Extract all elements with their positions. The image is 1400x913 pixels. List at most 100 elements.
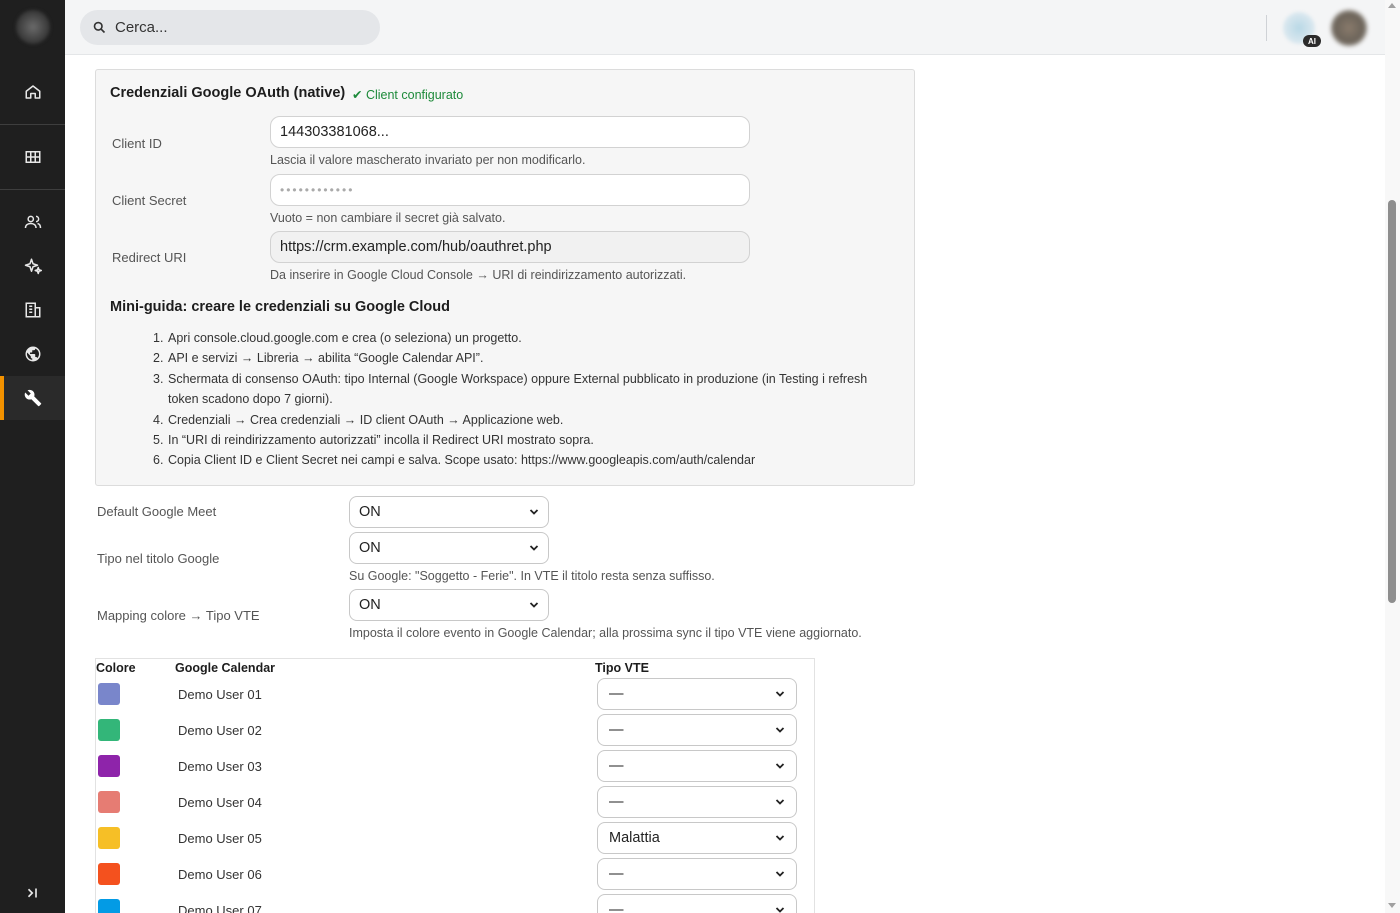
guide-step-number: 6. <box>153 453 164 468</box>
redirect-uri-hint: Da inserire in Google Cloud Console → UR… <box>270 268 687 282</box>
table-header-color: Colore <box>96 661 136 675</box>
mapping-colore-hint: Imposta il colore evento in Google Calen… <box>349 626 862 640</box>
sidebar-item-ai[interactable] <box>0 244 65 288</box>
topbar-divider <box>1266 15 1267 41</box>
default-meet-select[interactable]: ON <box>349 496 549 528</box>
chevron-down-icon <box>775 763 785 769</box>
tipo-titolo-value: ON <box>359 540 381 556</box>
guide-step: 6. Copia Client ID e Client Secret nei ca… <box>153 450 893 470</box>
sidebar-item-home[interactable] <box>0 70 65 114</box>
tipo-vte-value: Malattia <box>609 830 660 846</box>
users-icon <box>24 215 41 229</box>
chevron-down-icon <box>775 835 785 841</box>
sidebar-item-companies[interactable] <box>0 288 65 332</box>
app-logo[interactable] <box>16 10 50 44</box>
calendar-name: Demo User 07 <box>178 903 262 913</box>
calendar-name: Demo User 01 <box>178 687 262 702</box>
globe-icon <box>25 346 40 362</box>
tipo-vte-select[interactable]: — <box>597 894 797 913</box>
guide-step-number: 1. <box>153 331 164 345</box>
redirect-uri-label: Redirect URI <box>112 250 187 265</box>
guide-step-text: API e servizi → Libreria → abilita “Goog… <box>168 351 484 366</box>
tipo-vte-select[interactable]: — <box>597 714 797 746</box>
tipo-vte-select[interactable]: — <box>597 858 797 890</box>
user-avatar[interactable] <box>1331 10 1367 46</box>
sidebar-item-web[interactable] <box>0 332 65 376</box>
client-secret-label: Client Secret <box>112 193 187 208</box>
color-swatch <box>98 755 120 777</box>
guide-steps-list: 1. Apri console.cloud.google.com e crea (… <box>153 328 893 471</box>
sidebar-collapse-button[interactable] <box>0 871 65 913</box>
oauth-panel-title: Credenziali Google OAuth (native) <box>110 85 346 101</box>
tipo-vte-select[interactable]: — <box>597 786 797 818</box>
calendar-name: Demo User 05 <box>178 831 262 846</box>
guide-step-number: 4. <box>153 412 164 427</box>
guide-step-number: 5. <box>153 433 164 448</box>
color-swatch <box>98 827 120 849</box>
chevron-down-icon <box>775 727 785 733</box>
sidebar-separator <box>0 124 65 125</box>
tipo-vte-select[interactable]: — <box>597 678 797 710</box>
color-swatch <box>98 863 120 885</box>
guide-step-text: Credenziali → Crea credenziali → ID clie… <box>168 412 564 427</box>
guide-step: 2. API e servizi → Libreria → abilita “Go… <box>153 348 893 368</box>
sidebar-item-settings[interactable] <box>0 376 65 420</box>
mapping-colore-value: ON <box>359 597 381 613</box>
chevron-down-icon <box>775 799 785 805</box>
ai-badge: AI <box>1303 35 1321 47</box>
client-id-field[interactable] <box>270 116 750 148</box>
search-input[interactable] <box>115 19 355 36</box>
tipo-vte-value: — <box>609 866 624 882</box>
tipo-vte-select[interactable]: Malattia <box>597 822 797 854</box>
tipo-vte-select[interactable]: — <box>597 750 797 782</box>
table-header-type: Tipo VTE <box>595 661 649 675</box>
color-swatch <box>98 791 120 813</box>
sidebar-separator <box>0 189 65 190</box>
tipo-vte-value: — <box>609 902 624 913</box>
guide-step-text: Copia Client ID e Client Secret nei camp… <box>168 453 756 468</box>
search-icon <box>93 21 106 34</box>
chevron-down-icon <box>529 545 539 551</box>
scroll-up-arrow[interactable] <box>1388 3 1396 8</box>
sidebar-item-contacts[interactable] <box>0 200 65 244</box>
calendar-name: Demo User 06 <box>178 867 262 882</box>
mapping-colore-label: Mapping colore → Tipo VTE <box>97 608 260 623</box>
scroll-down-arrow[interactable] <box>1388 903 1396 908</box>
tipo-titolo-select[interactable]: ON <box>349 532 549 564</box>
client-secret-hint: Vuoto = non cambiare il secret già salva… <box>270 211 506 225</box>
default-meet-label: Default Google Meet <box>97 504 217 519</box>
guide-step-text: Apri console.cloud.google.com e crea (o … <box>168 331 522 345</box>
tipo-vte-value: — <box>609 686 624 702</box>
redirect-uri-field[interactable] <box>270 231 750 263</box>
sparkles-icon <box>24 258 42 275</box>
calendar-name: Demo User 04 <box>178 795 262 810</box>
guide-step-text: In “URI di reindirizzamento autorizzati”… <box>168 433 594 448</box>
table-header-calendar: Google Calendar <box>175 661 276 675</box>
guide-step: 3. Schermata di consenso OAuth: tipo Inte… <box>153 369 893 410</box>
oauth-status-badge: ✔ Client configurato <box>352 88 464 102</box>
chevron-down-icon <box>775 871 785 877</box>
mapping-colore-select[interactable]: ON <box>349 589 549 621</box>
sidebar <box>0 0 65 913</box>
wrench-icon <box>24 389 41 407</box>
chevron-down-icon <box>529 602 539 608</box>
guide-step: 1. Apri console.cloud.google.com e crea (… <box>153 328 893 348</box>
color-swatch <box>98 899 120 913</box>
sidebar-item-apps[interactable] <box>0 135 65 179</box>
topbar: AI <box>65 0 1385 55</box>
tipo-titolo-label: Tipo nel titolo Google <box>97 551 220 566</box>
building-icon <box>25 302 40 318</box>
search-box[interactable] <box>80 10 380 45</box>
guide-step-number: 2. <box>153 351 164 366</box>
scrollbar-thumb[interactable] <box>1388 200 1396 603</box>
guide-step-number: 3. <box>153 371 164 386</box>
collapse-icon <box>27 888 37 898</box>
calendar-name: Demo User 03 <box>178 759 262 774</box>
client-secret-field[interactable] <box>270 174 750 206</box>
guide-step: 4. Credenziali → Crea credenziali → ID cl… <box>153 410 893 430</box>
calendar-name: Demo User 02 <box>178 723 262 738</box>
tipo-titolo-hint: Su Google: "Soggetto - Ferie". In VTE il… <box>349 569 715 583</box>
guide-step: 5. In “URI di reindirizzamento autorizzat… <box>153 430 893 450</box>
home-icon <box>25 85 40 99</box>
chevron-down-icon <box>775 691 785 697</box>
